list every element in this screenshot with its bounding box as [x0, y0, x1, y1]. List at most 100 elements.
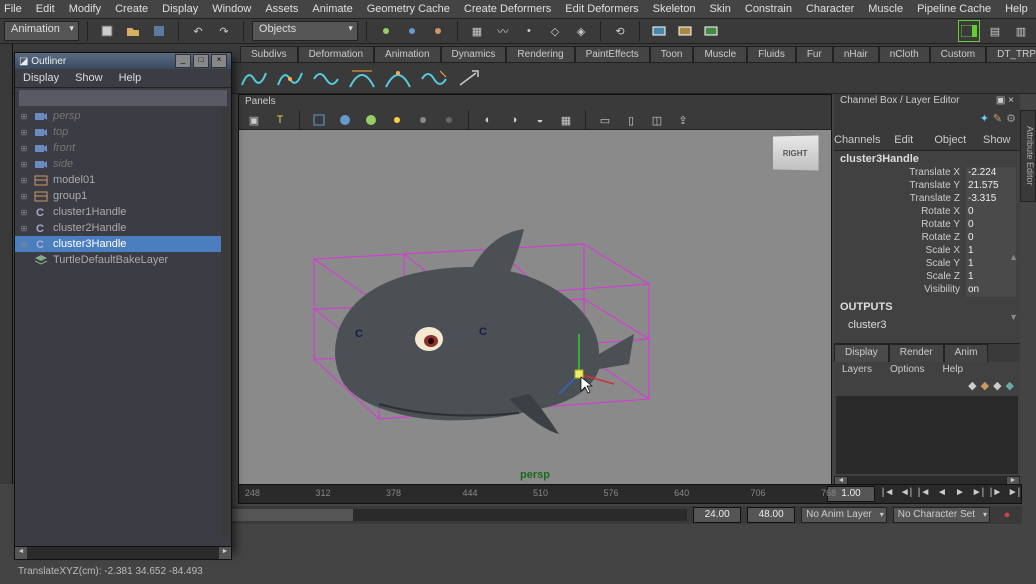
- attr-value[interactable]: 0: [966, 232, 1016, 245]
- xray-icon[interactable]: ◑: [503, 109, 525, 131]
- xray-joint-icon[interactable]: ◒: [529, 109, 551, 131]
- dock-icon[interactable]: ▣: [996, 95, 1005, 109]
- attr-value[interactable]: 1: [966, 271, 1016, 284]
- shelf-tab-nhair[interactable]: nHair: [833, 46, 879, 62]
- layer-add-icon[interactable]: ◆: [993, 379, 1001, 392]
- channel-menu-show[interactable]: Show: [974, 132, 1021, 150]
- outliner-menu-display[interactable]: Display: [23, 72, 59, 84]
- shelf-tab-rigging[interactable]: DT_TRP_Rigging: [986, 46, 1036, 62]
- gate-icon[interactable]: ▭: [594, 109, 616, 131]
- light-icon[interactable]: [386, 109, 408, 131]
- channel-menu-object[interactable]: Object: [927, 132, 974, 150]
- resolution-icon[interactable]: ▯: [620, 109, 642, 131]
- pencil-icon[interactable]: ✎: [993, 112, 1002, 130]
- play-forward-icon[interactable]: ►: [953, 487, 967, 501]
- snap-point-icon[interactable]: •: [518, 20, 540, 42]
- toggle-tool-icon[interactable]: ▥: [1010, 20, 1032, 42]
- new-scene-icon[interactable]: [96, 20, 118, 42]
- snap-curve-icon[interactable]: 〰: [492, 20, 514, 42]
- layer-menu-layers[interactable]: Layers: [842, 364, 872, 375]
- menu-animate[interactable]: Animate: [312, 3, 352, 15]
- outliner-menu-help[interactable]: Help: [119, 72, 142, 84]
- curve-tool-icon[interactable]: [384, 67, 412, 89]
- layer-tab-display[interactable]: Display: [834, 344, 889, 362]
- menu-constrain[interactable]: Constrain: [745, 3, 792, 15]
- viewport-canvas[interactable]: C C: [239, 129, 829, 485]
- selected-object-name[interactable]: cluster3Handle: [834, 151, 1020, 167]
- outliner-search[interactable]: [19, 90, 227, 106]
- layer-move-icon[interactable]: ◆: [968, 379, 976, 392]
- textured-icon[interactable]: [360, 109, 382, 131]
- selection-mode-combo[interactable]: Objects: [252, 21, 358, 41]
- character-set-combo[interactable]: No Character Set: [893, 507, 990, 523]
- mode-selector[interactable]: Animation: [4, 21, 79, 41]
- shelf-tab-painteffects[interactable]: PaintEffects: [575, 46, 650, 62]
- viewport-panel[interactable]: Panels ▣ T ◐ ◑ ◒ ▦ ▭ ▯ ◫ ⇪: [238, 94, 832, 488]
- grid-icon[interactable]: ▦: [555, 109, 577, 131]
- menu-character[interactable]: Character: [806, 3, 854, 15]
- layer-list[interactable]: [836, 396, 1018, 474]
- save-scene-icon[interactable]: [148, 20, 170, 42]
- vertical-scrollbar[interactable]: [221, 107, 231, 537]
- layer-tab-anim[interactable]: Anim: [944, 344, 989, 362]
- expand-icon[interactable]: ⊞: [19, 192, 29, 201]
- wireframe-icon[interactable]: [308, 109, 330, 131]
- close-button[interactable]: ×: [211, 54, 227, 68]
- menu-pipeline-cache[interactable]: Pipeline Cache: [917, 3, 991, 15]
- time-slider[interactable]: 248312378444510576640706768 1.00 |◄ ◄| |…: [238, 484, 1022, 504]
- expand-icon[interactable]: ⊞: [19, 224, 29, 233]
- axis-icon[interactable]: ✦: [980, 112, 989, 130]
- curve-tool-icon[interactable]: [276, 67, 304, 89]
- step-back-key-icon[interactable]: ◄|: [899, 487, 913, 501]
- attr-value[interactable]: 21.575: [966, 180, 1016, 193]
- attr-value[interactable]: 0: [966, 219, 1016, 232]
- shelf-tab-animation[interactable]: Animation: [374, 46, 440, 62]
- menu-skeleton[interactable]: Skeleton: [653, 3, 696, 15]
- attr-value[interactable]: -3.315: [966, 193, 1016, 206]
- step-back-icon[interactable]: |◄: [917, 487, 931, 501]
- ipr-icon[interactable]: [674, 20, 696, 42]
- range-start-field[interactable]: 24.00: [693, 507, 741, 523]
- menu-edit[interactable]: Edit: [36, 3, 55, 15]
- outliner-item-side[interactable]: ⊞side: [15, 156, 231, 172]
- undo-icon[interactable]: ↶: [187, 20, 209, 42]
- close-icon[interactable]: ×: [1008, 95, 1014, 109]
- outliner-horizontal-scrollbar[interactable]: ◄►: [14, 546, 232, 560]
- anim-layer-combo[interactable]: No Anim Layer: [801, 507, 887, 523]
- select-by-component-icon[interactable]: [427, 20, 449, 42]
- toggle-channel-icon[interactable]: ▤: [984, 20, 1006, 42]
- shelf-tab-rendering[interactable]: Rendering: [506, 46, 574, 62]
- snap-grid-icon[interactable]: ▦: [466, 20, 488, 42]
- bookmark-icon[interactable]: T: [269, 109, 291, 131]
- view-cube[interactable]: RIGHT: [772, 134, 820, 171]
- attr-value[interactable]: -2.224: [966, 167, 1016, 180]
- construction-history-icon[interactable]: ⟲: [609, 20, 631, 42]
- expand-icon[interactable]: ⊞: [19, 112, 29, 121]
- shelf-tab-subdivs[interactable]: Subdivs: [240, 46, 298, 62]
- sine-curve-icon[interactable]: [312, 67, 340, 89]
- outliner-item-group1[interactable]: ⊞group1: [15, 188, 231, 204]
- layer-menu-help[interactable]: Help: [942, 364, 963, 375]
- shaded-icon[interactable]: [334, 109, 356, 131]
- channel-menu-channels[interactable]: Channels: [834, 132, 881, 150]
- menu-assets[interactable]: Assets: [265, 3, 298, 15]
- time-ruler[interactable]: 248312378444510576640706768: [239, 485, 827, 503]
- outliner-item-cluster2Handle[interactable]: ⊞Ccluster2Handle: [15, 220, 231, 236]
- range-end-field[interactable]: 48.00: [747, 507, 795, 523]
- snap-live-icon[interactable]: ◈: [570, 20, 592, 42]
- redo-icon[interactable]: ↷: [213, 20, 235, 42]
- safe-icon[interactable]: ◫: [646, 109, 668, 131]
- render-icon[interactable]: [648, 20, 670, 42]
- menu-geometry-cache[interactable]: Geometry Cache: [367, 3, 450, 15]
- layer-menu-options[interactable]: Options: [890, 364, 924, 375]
- attribute-editor-tab[interactable]: Attribute Editor: [1020, 110, 1036, 202]
- step-fwd-icon[interactable]: ►|: [971, 487, 985, 501]
- select-by-object-icon[interactable]: [401, 20, 423, 42]
- expand-icon[interactable]: ⊞: [19, 208, 29, 217]
- go-end-icon[interactable]: ►|: [1007, 487, 1021, 501]
- outliner-item-TurtleDefaultBakeLayer[interactable]: TurtleDefaultBakeLayer: [15, 252, 231, 268]
- expand-icon[interactable]: ⊞: [19, 240, 29, 249]
- menu-create-deformers[interactable]: Create Deformers: [464, 3, 551, 15]
- output-node[interactable]: cluster3: [834, 317, 1020, 333]
- share-icon[interactable]: ⇪: [672, 109, 694, 131]
